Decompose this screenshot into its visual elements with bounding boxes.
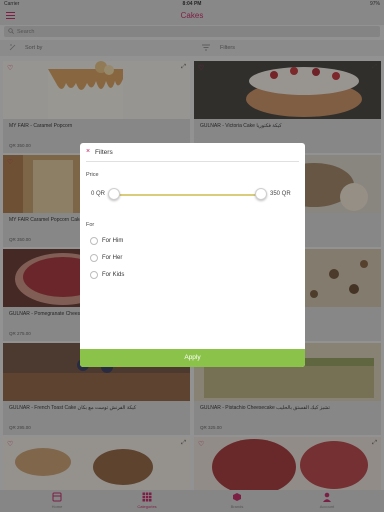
radio-button[interactable] xyxy=(90,237,98,245)
price-slider-track[interactable] xyxy=(113,194,262,196)
option-label: For Kids xyxy=(102,272,125,278)
for-label: For xyxy=(86,222,95,228)
apply-button[interactable]: Apply xyxy=(80,349,305,367)
price-min-value: 0 QR xyxy=(91,191,106,197)
filter-dialog: × Filters Price 0 QR 350 QR For For Him … xyxy=(80,143,305,367)
radio-button[interactable] xyxy=(90,254,98,262)
option-label: For Her xyxy=(102,255,123,261)
option-label: For Him xyxy=(102,238,124,244)
price-min-handle[interactable] xyxy=(108,188,120,200)
close-icon[interactable]: × xyxy=(86,148,90,155)
price-max-value: 350 QR xyxy=(270,191,291,197)
price-max-handle[interactable] xyxy=(255,188,267,200)
radio-button[interactable] xyxy=(90,271,98,279)
dialog-title: Filters xyxy=(95,149,113,156)
divider xyxy=(86,161,299,162)
price-label: Price xyxy=(86,172,99,178)
